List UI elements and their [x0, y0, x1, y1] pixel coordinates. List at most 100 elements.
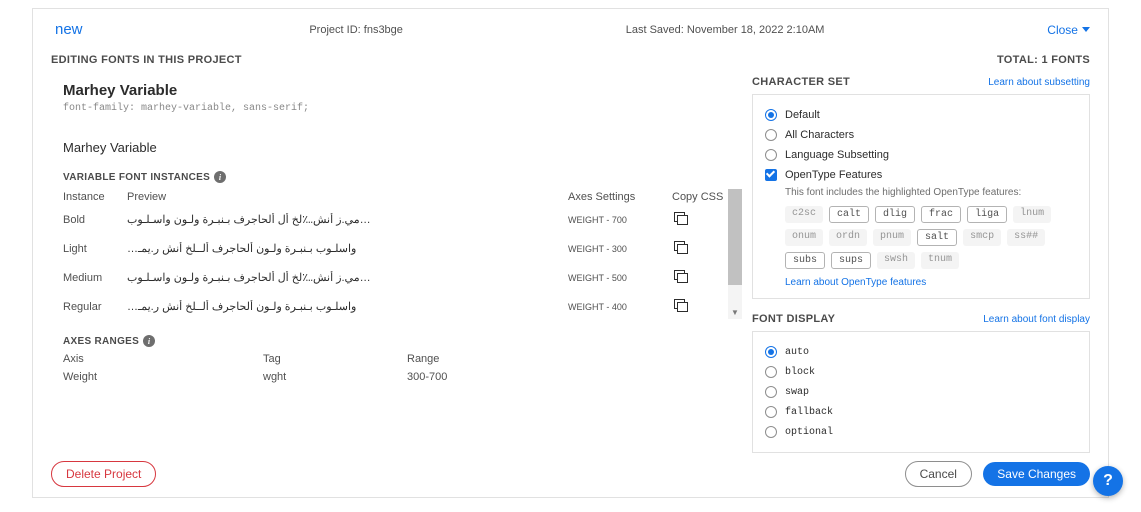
instance-name: Medium — [63, 272, 127, 284]
instance-name: Regular — [63, 301, 127, 313]
charset-header: CHARACTER SET Learn about subsetting — [752, 76, 1090, 88]
feature-tag-pnum[interactable]: pnum — [873, 229, 911, 246]
learn-subsetting-link[interactable]: Learn about subsetting — [988, 77, 1090, 88]
total-label: TOTAL: 1 FONTS — [997, 54, 1090, 66]
close-button[interactable]: Close — [1047, 23, 1090, 37]
font-css: font-family: marhey-variable, sans-serif… — [63, 103, 732, 114]
radio-icon — [765, 426, 777, 438]
fontdisplay-option[interactable]: auto — [765, 342, 1077, 362]
info-icon[interactable]: i — [143, 335, 155, 347]
copy-icon — [672, 212, 686, 224]
range-axis: Weight — [63, 371, 263, 383]
radio-icon — [765, 386, 777, 398]
feature-tag-liga[interactable]: liga — [967, 206, 1007, 223]
option-label: fallback — [785, 407, 833, 418]
radio-icon — [765, 109, 777, 121]
subheader-row: EDITING FONTS IN THIS PROJECT TOTAL: 1 F… — [51, 54, 1090, 66]
instance-axes: WEIGHT - 500 — [568, 273, 672, 283]
editing-label: EDITING FONTS IN THIS PROJECT — [51, 54, 242, 66]
feature-tag-calt[interactable]: calt — [829, 206, 869, 223]
learn-opentype-link[interactable]: Learn about OpenType features — [785, 277, 926, 288]
instance-axes: WEIGHT - 400 — [568, 302, 672, 312]
charset-option[interactable]: OpenType Features — [765, 165, 1077, 185]
feature-tag-onum[interactable]: onum — [785, 229, 823, 246]
feature-tag-swsh[interactable]: swsh — [877, 252, 915, 269]
feature-tag-ss##[interactable]: ss## — [1007, 229, 1045, 246]
feature-tag-ordn[interactable]: ordn — [829, 229, 867, 246]
instances-table: Instance Preview Axes Settings Copy CSS … — [63, 189, 732, 321]
font-subtitle: Marhey Variable — [63, 140, 732, 155]
col-copy: Copy CSS — [672, 191, 732, 203]
save-changes-button[interactable]: Save Changes — [983, 462, 1090, 486]
copy-css-button[interactable] — [672, 212, 732, 227]
scroll-down-icon[interactable]: ▼ — [728, 305, 742, 319]
radio-icon — [765, 406, 777, 418]
instance-row: Lightواسلـوب بـنبـرة ولـون ألحاجرف ألــل… — [63, 234, 732, 263]
chevron-down-icon — [1082, 27, 1090, 32]
feature-tag-c2sc[interactable]: c2sc — [785, 206, 823, 223]
copy-css-button[interactable] — [672, 299, 732, 314]
radio-icon — [765, 346, 777, 358]
cancel-button[interactable]: Cancel — [905, 461, 972, 487]
charset-title: CHARACTER SET — [752, 76, 850, 88]
copy-css-button[interactable] — [672, 270, 732, 285]
instances-label: VARIABLE FONT INSTANCES i — [63, 171, 732, 183]
instance-preview: …مي.ز أنش؊لخ أل ألحاجرف بـنبـرة ولـون وا… — [127, 213, 568, 226]
radio-icon — [765, 129, 777, 141]
range-value: 300-700 — [407, 371, 547, 383]
ranges-head: Axis Tag Range — [63, 353, 732, 365]
right-pane: CHARACTER SET Learn about subsetting Def… — [752, 76, 1090, 453]
fontdisplay-option[interactable]: fallback — [765, 402, 1077, 422]
option-label: Language Subsetting — [785, 149, 889, 161]
instance-preview: واسلـوب بـنبـرة ولـون ألحاجرف ألــلخ أنش… — [127, 242, 568, 255]
axes-ranges-label: AXES RANGES i — [63, 335, 732, 347]
feature-tag-dlig[interactable]: dlig — [875, 206, 915, 223]
scrollbar[interactable]: ▼ — [728, 189, 742, 319]
col-instance: Instance — [63, 191, 127, 203]
charset-option[interactable]: Default — [765, 105, 1077, 125]
copy-css-button[interactable] — [672, 241, 732, 256]
help-button[interactable]: ? — [1093, 466, 1123, 496]
fontdisplay-header: FONT DISPLAY Learn about font display — [752, 313, 1090, 325]
col-preview: Preview — [127, 191, 568, 203]
feature-tag-subs[interactable]: subs — [785, 252, 825, 269]
feature-tag-tnum[interactable]: tnum — [921, 252, 959, 269]
charset-option[interactable]: Language Subsetting — [765, 145, 1077, 165]
copy-icon — [672, 299, 686, 311]
charset-option[interactable]: All Characters — [765, 125, 1077, 145]
checkbox-icon — [765, 169, 777, 181]
option-label: OpenType Features — [785, 169, 882, 181]
opentype-note: This font includes the highlighted OpenT… — [785, 187, 1077, 198]
learn-fontdisplay-link[interactable]: Learn about font display — [983, 314, 1090, 325]
fontdisplay-option[interactable]: swap — [765, 382, 1077, 402]
instance-name: Light — [63, 243, 127, 255]
col-axes: Axes Settings — [568, 191, 672, 203]
last-saved: Last Saved: November 18, 2022 2:10AM — [626, 24, 825, 36]
feature-tags: c2sc calt dlig frac liga lnum onum ordn pnum salt… — [785, 206, 1077, 269]
feature-tag-sups[interactable]: sups — [831, 252, 871, 269]
option-label: optional — [785, 427, 833, 438]
project-name[interactable]: new — [51, 19, 87, 40]
feature-tag-smcp[interactable]: smcp — [963, 229, 1001, 246]
option-label: auto — [785, 347, 809, 358]
feature-tag-lnum[interactable]: lnum — [1013, 206, 1051, 223]
option-label: Default — [785, 109, 820, 121]
delete-project-button[interactable]: Delete Project — [51, 461, 156, 487]
left-pane: Marhey Variable font-family: marhey-vari… — [51, 76, 732, 453]
feature-tag-salt[interactable]: salt — [917, 229, 957, 246]
copy-icon — [672, 270, 686, 282]
instance-row: Regularواسلـوب بـنبـرة ولـون ألحاجرف ألـ… — [63, 292, 732, 321]
option-label: swap — [785, 387, 809, 398]
option-label: All Characters — [785, 129, 854, 141]
instance-row: Medium…مي.ز أنش؊لخ أل ألحاجرف بـنبـرة ول… — [63, 263, 732, 292]
scroll-thumb[interactable] — [728, 189, 742, 285]
copy-icon — [672, 241, 686, 253]
project-id: Project ID: fns3bge — [309, 24, 403, 36]
feature-tag-frac[interactable]: frac — [921, 206, 961, 223]
footer: Delete Project Cancel Save Changes — [51, 461, 1090, 487]
instance-preview: …مي.ز أنش؊لخ أل ألحاجرف بـنبـرة ولـون وا… — [127, 271, 568, 284]
fontdisplay-option[interactable]: optional — [765, 422, 1077, 442]
instance-name: Bold — [63, 214, 127, 226]
info-icon[interactable]: i — [214, 171, 226, 183]
fontdisplay-option[interactable]: block — [765, 362, 1077, 382]
